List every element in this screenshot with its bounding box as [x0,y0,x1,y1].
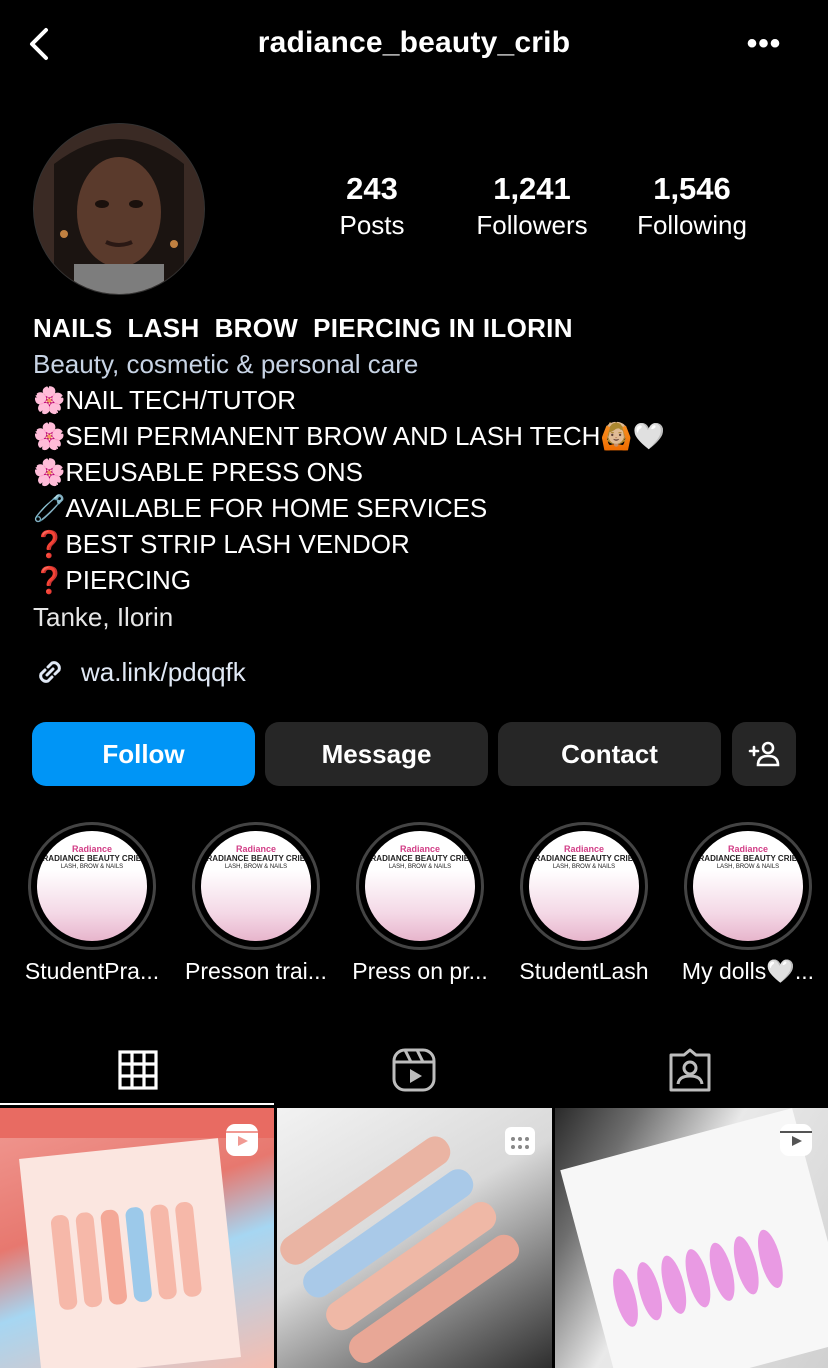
highlight-cover: Radiance RADIANCE BEAUTY CRIB LASH, BROW &… [37,831,147,941]
highlight-brand-sub: LASH, BROW & NAILS [224,864,288,870]
highlight-label[interactable]: Press on pr... [340,958,500,985]
following-label: Following [637,210,747,240]
active-tab-indicator [0,1103,274,1105]
highlight-cover: Radiance RADIANCE BEAUTY CRIB LASH, BROW &… [529,831,639,941]
highlight-label[interactable]: My dolls🤍... [668,958,828,985]
highlight-cover: Radiance RADIANCE BEAUTY CRIB LASH, BROW &… [365,831,475,941]
highlight-item[interactable]: Radiance RADIANCE BEAUTY CRIB LASH, BROW &… [684,822,812,950]
avatar-portrait [34,124,204,294]
highlight-logo: Radiance [727,844,769,854]
highlight-brand-sub: LASH, BROW & NAILS [716,864,780,870]
tab-posts-grid[interactable] [0,1035,276,1105]
highlight-brand-name: RADIANCE BEAUTY CRIB [698,854,798,863]
highlight-brand-sub: LASH, BROW & NAILS [388,864,452,870]
bio-line: ❓BEST STRIP LASH VENDOR [33,529,410,559]
bio-line: 🧷AVAILABLE FOR HOME SERVICES [33,493,488,523]
profile-link[interactable]: wa.link/pdqqfk [33,652,246,692]
highlight-logo: Radiance [235,844,277,854]
suggest-user-button[interactable] [732,722,796,786]
grid-icon [118,1050,158,1090]
post-tile[interactable] [277,1108,552,1368]
reel-icon [780,1124,812,1156]
more-options-icon[interactable]: ••• [742,24,786,64]
post-tile[interactable] [555,1108,828,1368]
followers-label: Followers [476,210,588,240]
profile-display-name: NAILS LASH BROW PIERCING IN ILORIN [33,313,573,343]
contact-button[interactable]: Contact [498,722,721,786]
highlight-item[interactable]: Radiance RADIANCE BEAUTY CRIB LASH, BROW &… [356,822,484,950]
followers-count[interactable]: 1,241 Followers [457,170,607,242]
highlight-label[interactable]: StudentPra... [12,958,172,985]
tab-reels[interactable] [276,1035,552,1105]
profile-location: Tanke, Ilorin [33,602,174,632]
tab-tagged[interactable] [552,1035,828,1105]
link-icon [39,661,61,683]
highlight-item[interactable]: Radiance RADIANCE BEAUTY CRIB LASH, BROW &… [28,822,156,950]
highlight-logo: Radiance [399,844,441,854]
bio-line: 🌸REUSABLE PRESS ONS [33,457,364,487]
profile-username: radiance_beauty_crib [257,26,571,59]
highlight-item[interactable]: Radiance RADIANCE BEAUTY CRIB LASH, BROW &… [520,822,648,950]
highlight-brand-sub: LASH, BROW & NAILS [60,864,124,870]
highlight-brand-name: RADIANCE BEAUTY CRIB [534,854,634,863]
posts-value: 243 [346,171,398,206]
highlight-cover: Radiance RADIANCE BEAUTY CRIB LASH, BROW &… [201,831,311,941]
highlight-brand-sub: LASH, BROW & NAILS [552,864,616,870]
add-person-icon [748,741,780,767]
message-button[interactable]: Message [265,722,488,786]
bio-line: 🌸NAIL TECH/TUTOR [33,385,297,415]
followers-value: 1,241 [493,171,571,206]
highlight-brand-name: RADIANCE BEAUTY CRIB [370,854,470,863]
profile-category: Beauty, cosmetic & personal care [33,349,419,379]
highlight-label[interactable]: Presson trai... [176,958,336,985]
bio-line: 🌸SEMI PERMANENT BROW AND LASH TECH🙆🏼🤍 [33,421,666,451]
reels-icon [392,1048,436,1092]
profile-bio: NAILS LASH BROW PIERCING IN ILORIN Beaut… [33,310,803,636]
following-value: 1,546 [653,171,731,206]
post-tile[interactable] [0,1108,274,1368]
profile-avatar[interactable] [33,123,205,295]
calendar-icon [505,1127,535,1155]
highlight-logo: Radiance [563,844,605,854]
following-count[interactable]: 1,546 Following [617,170,767,242]
posts-count[interactable]: 243 Posts [297,170,447,242]
highlight-brand-name: RADIANCE BEAUTY CRIB [206,854,306,863]
highlight-label[interactable]: StudentLash [504,958,664,985]
reel-icon [226,1124,258,1156]
highlight-logo: Radiance [71,844,113,854]
link-text[interactable]: wa.link/pdqqfk [81,657,246,688]
highlight-cover: Radiance RADIANCE BEAUTY CRIB LASH, BROW &… [693,831,803,941]
posts-label: Posts [339,210,405,240]
highlight-item[interactable]: Radiance RADIANCE BEAUTY CRIB LASH, BROW &… [192,822,320,950]
bio-line: ❓PIERCING [33,565,192,595]
follow-button[interactable]: Follow [32,722,255,786]
highlight-brand-name: RADIANCE BEAUTY CRIB [42,854,142,863]
tagged-icon [669,1048,711,1092]
